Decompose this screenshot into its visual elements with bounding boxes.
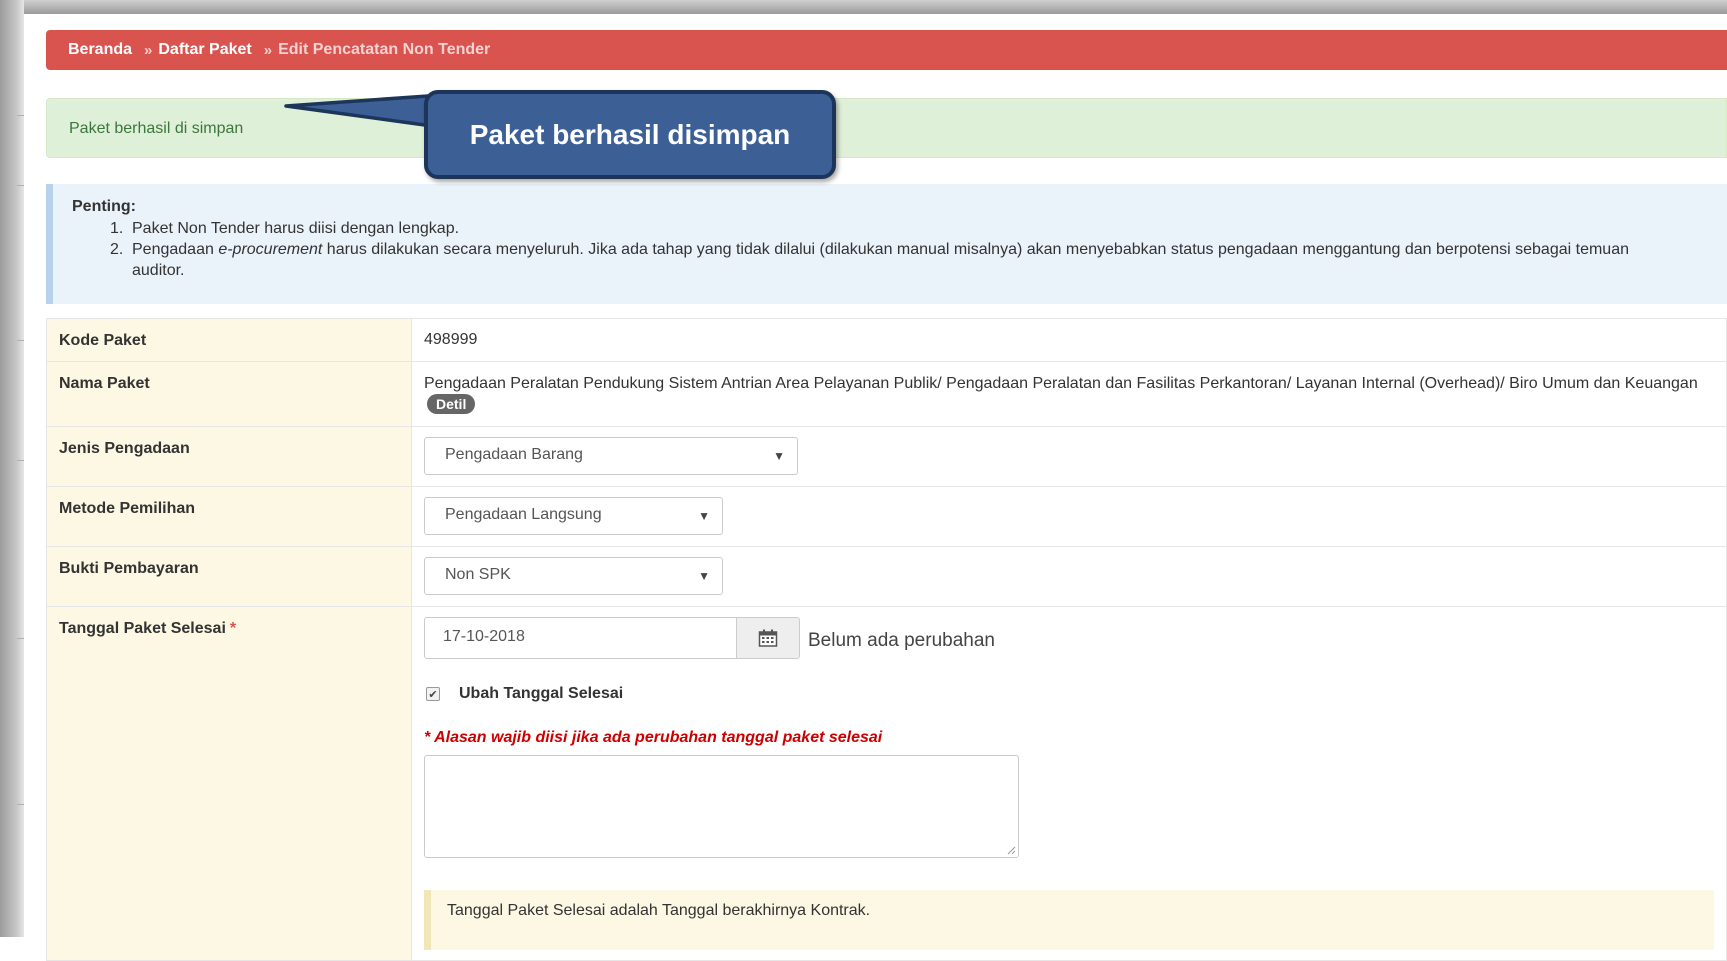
callout-annotation: Paket berhasil disimpan	[424, 90, 836, 179]
nama-paket-label: Nama Paket	[46, 361, 412, 427]
kode-paket-label: Kode Paket	[46, 318, 412, 362]
form-row-nama-paket: Nama Paket Pengadaan Peralatan Pendukung…	[46, 361, 1727, 427]
date-change-status: Belum ada perubahan	[808, 630, 995, 651]
info-item-text-end: harus dilakukan secara menyeluruh. Jika …	[132, 241, 1629, 279]
jenis-pengadaan-select[interactable]: Pengadaan Barang ▼	[424, 437, 798, 475]
frame-tick	[17, 115, 24, 116]
reason-warning: * Alasan wajib diisi jika ada perubahan …	[424, 729, 883, 746]
metode-pemilihan-cell: Pengadaan Langsung ▼	[411, 486, 1727, 547]
metode-pemilihan-selected: Pengadaan Langsung	[445, 506, 602, 523]
required-mark: *	[229, 620, 237, 637]
caret-down-icon: ▼	[698, 509, 710, 523]
checkmark-icon: ✔	[428, 688, 438, 701]
ubah-tanggal-checkbox[interactable]: ✔	[426, 687, 440, 701]
form-row-tanggal-selesai: Tanggal Paket Selesai * 17-10-2018 Belum…	[46, 606, 1727, 961]
frame-tick	[17, 340, 24, 341]
frame-tick	[17, 638, 24, 639]
ubah-tanggal-checkbox-row[interactable]: ✔ Ubah Tanggal Selesai	[426, 685, 1714, 703]
caret-down-icon: ▼	[698, 569, 710, 583]
tanggal-selesai-input[interactable]: 17-10-2018	[424, 617, 737, 659]
important-info-box: Penting: 1. Paket Non Tender harus diisi…	[46, 184, 1727, 304]
kode-paket-value: 498999	[411, 318, 1727, 362]
main-content: Beranda » Daftar Paket » Edit Pencatatan…	[24, 14, 1727, 961]
tanggal-selesai-label: Tanggal Paket Selesai	[59, 620, 226, 637]
bukti-pembayaran-select[interactable]: Non SPK ▼	[424, 557, 723, 595]
form-row-bukti-pembayaran: Bukti Pembayaran Non SPK ▼	[46, 546, 1727, 607]
info-item-emphasis: e-procurement	[218, 241, 323, 258]
resize-grip-icon[interactable]	[1006, 845, 1016, 855]
detil-badge[interactable]: Detil	[427, 394, 476, 414]
jenis-pengadaan-cell: Pengadaan Barang ▼	[411, 426, 1727, 487]
frame-tick	[17, 185, 24, 186]
info-list: 1. Paket Non Tender harus diisi dengan l…	[110, 218, 1670, 281]
ubah-tanggal-label[interactable]: Ubah Tanggal Selesai	[459, 685, 623, 703]
frame-tick	[17, 460, 24, 461]
metode-pemilihan-label: Metode Pemilihan	[46, 486, 412, 547]
info-title: Penting:	[72, 198, 136, 215]
tanggal-selesai-label-cell: Tanggal Paket Selesai *	[46, 606, 412, 961]
date-input-group: 17-10-2018 Belum ada perubahan	[424, 617, 1714, 659]
tanggal-note: Tanggal Paket Selesai adalah Tanggal ber…	[424, 890, 1714, 950]
form-row-jenis-pengadaan: Jenis Pengadaan Pengadaan Barang ▼	[46, 426, 1727, 487]
info-item-number: 1.	[110, 220, 124, 237]
calendar-button[interactable]	[737, 617, 800, 659]
info-item: 2. Pengadaan e-procurement harus dilakuk…	[110, 239, 1670, 281]
bukti-pembayaran-cell: Non SPK ▼	[411, 546, 1727, 607]
frame-tick	[17, 804, 24, 805]
info-item-text-start: Pengadaan	[132, 241, 219, 258]
info-item-text: Paket Non Tender harus diisi dengan leng…	[132, 220, 460, 237]
bukti-pembayaran-selected: Non SPK	[445, 566, 511, 583]
reason-textarea[interactable]	[424, 755, 1019, 858]
form-row-kode-paket: Kode Paket 498999	[46, 318, 1727, 362]
window-frame-top	[0, 0, 1727, 14]
info-item-number: 2.	[110, 241, 124, 258]
package-form: Kode Paket 498999 Nama Paket Pengadaan P…	[46, 318, 1727, 961]
info-item: 1. Paket Non Tender harus diisi dengan l…	[110, 218, 1670, 239]
tanggal-selesai-cell: 17-10-2018 Belum ada perubahan ✔ Ubah Ta…	[411, 606, 1727, 961]
metode-pemilihan-select[interactable]: Pengadaan Langsung ▼	[424, 497, 723, 535]
callout-pointer	[284, 94, 434, 128]
nama-paket-cell: Pengadaan Peralatan Pendukung Sistem Ant…	[411, 361, 1727, 427]
caret-down-icon: ▼	[773, 449, 785, 463]
form-row-metode-pemilihan: Metode Pemilihan Pengadaan Langsung ▼	[46, 486, 1727, 547]
jenis-pengadaan-selected: Pengadaan Barang	[445, 446, 583, 463]
window-frame-left	[0, 0, 24, 937]
calendar-icon	[758, 629, 778, 647]
jenis-pengadaan-label: Jenis Pengadaan	[46, 426, 412, 487]
nama-paket-value: Pengadaan Peralatan Pendukung Sistem Ant…	[424, 375, 1698, 392]
bukti-pembayaran-label: Bukti Pembayaran	[46, 546, 412, 607]
